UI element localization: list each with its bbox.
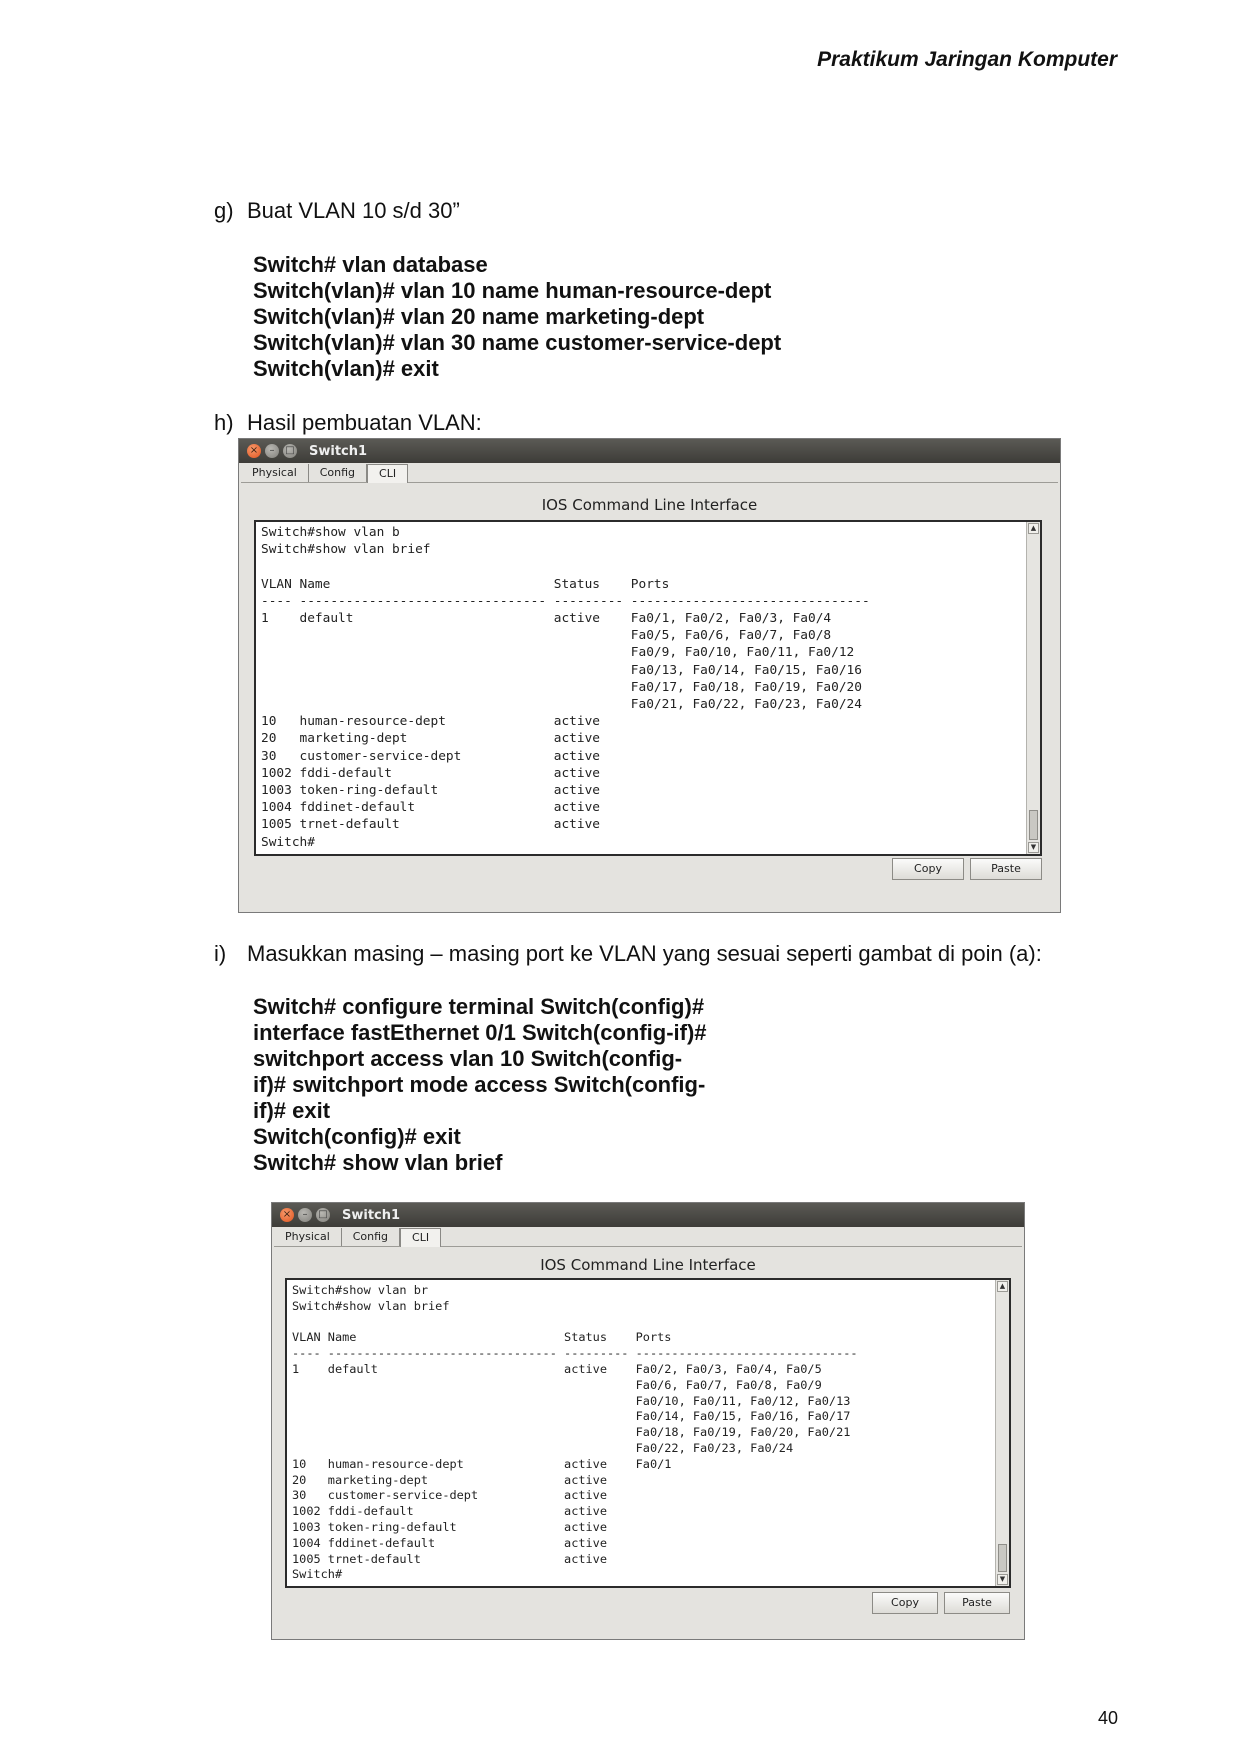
command-line: if)# switchport mode access Switch(confi… — [253, 1072, 706, 1097]
command-line: Switch(vlan)# vlan 10 name human-resourc… — [253, 278, 772, 303]
step-g-commands: Switch# vlan database Switch(vlan)# vlan… — [253, 252, 781, 382]
packet-tracer-window-1: × – □ Switch1 Physical Config CLI IOS Co… — [238, 438, 1061, 913]
scroll-up-arrow-icon[interactable]: ▲ — [997, 1281, 1008, 1292]
tab-config[interactable]: Config — [342, 1228, 401, 1246]
paste-button[interactable]: Paste — [970, 858, 1042, 880]
window-title: Switch1 — [309, 443, 368, 459]
step-g-title: Buat VLAN 10 s/d 30” — [247, 198, 460, 223]
step-g-letter: g) — [214, 198, 234, 223]
terminal-scrollbar[interactable]: ▲ ▼ — [995, 1280, 1009, 1586]
tab-physical[interactable]: Physical — [241, 464, 309, 482]
command-line: Switch(vlan)# vlan 20 name marketing-dep… — [253, 304, 705, 329]
tab-physical[interactable]: Physical — [274, 1228, 342, 1246]
scroll-down-arrow-icon[interactable]: ▼ — [1028, 842, 1039, 853]
command-line: Switch(vlan)# exit — [253, 356, 439, 381]
tab-bar: Physical Config CLI — [274, 1228, 1022, 1247]
tab-cli[interactable]: CLI — [367, 464, 409, 483]
window-title: Switch1 — [342, 1207, 401, 1223]
maximize-icon[interactable]: □ — [283, 444, 297, 458]
command-line: Switch# vlan database — [253, 252, 488, 277]
running-header: Praktikum Jaringan Komputer — [817, 48, 1117, 71]
command-line: if)# exit — [253, 1098, 331, 1123]
minimize-icon[interactable]: – — [265, 444, 279, 458]
maximize-icon[interactable]: □ — [316, 1208, 330, 1222]
tab-bar: Physical Config CLI — [241, 464, 1058, 483]
cli-terminal[interactable]: Switch#show vlan br Switch#show vlan bri… — [285, 1278, 1011, 1588]
command-line: Switch(config)# exit — [253, 1124, 461, 1149]
command-line: switchport access vlan 10 Switch(config- — [253, 1046, 683, 1071]
command-line: Switch# show vlan brief — [253, 1150, 503, 1175]
window-titlebar[interactable]: × – □ Switch1 — [239, 439, 1060, 463]
copy-button[interactable]: Copy — [892, 858, 964, 880]
command-line: Switch# configure terminal Switch(config… — [253, 994, 705, 1019]
close-icon[interactable]: × — [280, 1208, 294, 1222]
step-i-title: Masukkan masing – masing port ke VLAN ya… — [247, 941, 1042, 966]
close-icon[interactable]: × — [247, 444, 261, 458]
tab-config[interactable]: Config — [309, 464, 368, 482]
cli-heading: IOS Command Line Interface — [540, 1256, 756, 1274]
window-titlebar[interactable]: × – □ Switch1 — [272, 1203, 1024, 1227]
step-i-letter: i) — [214, 941, 227, 966]
step-i-commands: Switch# configure terminal Switch(config… — [253, 994, 707, 1176]
cli-heading: IOS Command Line Interface — [541, 496, 758, 514]
command-line: interface fastEthernet 0/1 Switch(config… — [253, 1020, 707, 1045]
cli-terminal[interactable]: Switch#show vlan b Switch#show vlan brie… — [254, 520, 1042, 856]
command-line: Switch(vlan)# vlan 30 name customer-serv… — [253, 330, 782, 355]
paste-button[interactable]: Paste — [944, 1592, 1010, 1614]
scroll-up-arrow-icon[interactable]: ▲ — [1028, 523, 1039, 534]
page-number: 40 — [1097, 1708, 1118, 1728]
step-h-letter: h) — [214, 410, 234, 435]
scroll-thumb[interactable] — [998, 1544, 1007, 1572]
terminal-scrollbar[interactable]: ▲ ▼ — [1026, 522, 1040, 854]
step-h-title: Hasil pembuatan VLAN: — [247, 410, 482, 435]
scroll-thumb[interactable] — [1029, 810, 1038, 840]
terminal-output: Switch#show vlan b Switch#show vlan brie… — [261, 525, 870, 850]
scroll-down-arrow-icon[interactable]: ▼ — [997, 1574, 1008, 1585]
packet-tracer-window-2: × – □ Switch1 Physical Config CLI IOS Co… — [271, 1202, 1025, 1640]
minimize-icon[interactable]: – — [298, 1208, 312, 1222]
copy-button[interactable]: Copy — [872, 1592, 938, 1614]
tab-cli[interactable]: CLI — [400, 1228, 442, 1247]
terminal-output: Switch#show vlan br Switch#show vlan bri… — [292, 1283, 858, 1582]
